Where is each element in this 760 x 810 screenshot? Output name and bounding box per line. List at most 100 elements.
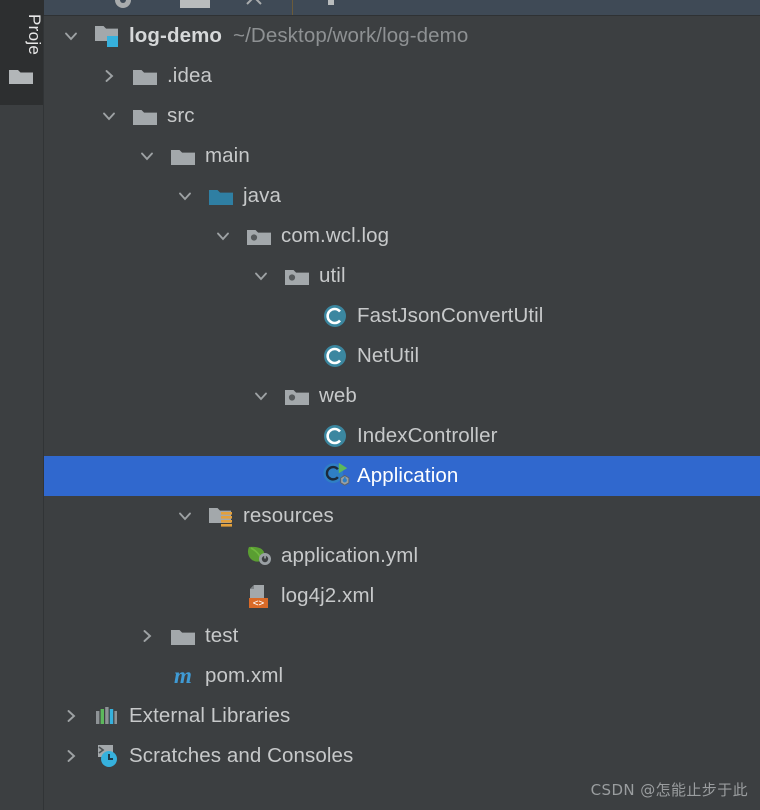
window-icon[interactable]: [180, 0, 210, 8]
tree-row-text: NetUtil: [357, 344, 419, 368]
tree-row-text: java: [243, 184, 281, 208]
spring-boot-main-class-icon: [322, 456, 350, 496]
svg-text:m: m: [174, 663, 192, 688]
tree-row-label: Application: [357, 464, 459, 487]
chevron-down-icon[interactable]: [96, 96, 122, 136]
tree-row[interactable]: src: [44, 96, 760, 136]
maven-icon: m: [170, 656, 198, 696]
project-tool-window: Proje log-demo ~/Desktop/work/log-demo .id…: [0, 0, 760, 810]
tree-row-text: log-demo ~/Desktop/work/log-demo: [129, 24, 468, 48]
tree-row-label: java: [243, 184, 282, 207]
chevron-down-icon[interactable]: [58, 16, 84, 56]
tree-row-text: main: [205, 144, 250, 168]
folder-icon: [170, 136, 198, 176]
tree-row[interactable]: NetUtil: [44, 336, 760, 376]
scratches-icon: [94, 736, 122, 776]
tree-row-text: Application: [357, 464, 458, 488]
tree-row[interactable]: m pom.xml: [44, 656, 760, 696]
tree-row-selected[interactable]: Application: [44, 456, 760, 496]
tree-row-text: web: [319, 384, 357, 408]
xml-file-icon: <>: [246, 576, 274, 616]
chevron-right-icon[interactable]: [58, 696, 84, 736]
tree-row-label: main: [205, 144, 250, 167]
tree-row-text: Scratches and Consoles: [129, 744, 353, 768]
tree-row-label: log-demo: [129, 24, 223, 47]
tree-row-text: util: [319, 264, 346, 288]
chevron-down-icon[interactable]: [134, 136, 160, 176]
chevron-right-icon[interactable]: [134, 616, 160, 656]
tree-row-label: pom.xml: [205, 664, 284, 687]
tool-window-stripe: Proje: [0, 0, 44, 105]
chevron-down-icon[interactable]: [248, 256, 274, 296]
tree-row-text: FastJsonConvertUtil: [357, 304, 543, 328]
tree-row[interactable]: main: [44, 136, 760, 176]
watermark: CSDN @怎能止步于此: [590, 781, 748, 799]
tree-row[interactable]: <> log4j2.xml: [44, 576, 760, 616]
stripe-background: [0, 105, 44, 810]
collapse-icon[interactable]: [244, 0, 264, 6]
tree-row-label: web: [319, 384, 357, 407]
tree-row-text: pom.xml: [205, 664, 283, 688]
tree-row[interactable]: test: [44, 616, 760, 656]
chevron-right-icon[interactable]: [96, 56, 122, 96]
chevron-down-icon[interactable]: [172, 176, 198, 216]
chevron-down-icon[interactable]: [210, 216, 236, 256]
tree-row-label: src: [167, 104, 195, 127]
java-class-icon: [322, 416, 350, 456]
tree-row-label: External Libraries: [129, 704, 291, 727]
tree-row[interactable]: External Libraries: [44, 696, 760, 736]
tree-row-text: IndexController: [357, 424, 498, 448]
java-class-icon: [322, 336, 350, 376]
tree-row[interactable]: .idea: [44, 56, 760, 96]
folder-icon: [132, 96, 160, 136]
tree-row[interactable]: web: [44, 376, 760, 416]
package-icon: [284, 256, 312, 296]
package-icon: [284, 376, 312, 416]
chevron-right-icon[interactable]: [58, 736, 84, 776]
tree-row[interactable]: com.wcl.log: [44, 216, 760, 256]
tree-row-label: IndexController: [357, 424, 498, 447]
chevron-down-icon[interactable]: [172, 496, 198, 536]
module-folder-icon: [94, 16, 122, 56]
tree-row-label: test: [205, 624, 239, 647]
svg-text:<>: <>: [253, 598, 265, 609]
tree-row[interactable]: log-demo ~/Desktop/work/log-demo: [44, 16, 760, 56]
folder-icon: [8, 66, 34, 86]
tree-row-label: FastJsonConvertUtil: [357, 304, 544, 327]
tree-row-text: log4j2.xml: [281, 584, 374, 608]
chevron-down-icon[interactable]: [248, 376, 274, 416]
tool-window-toolbar: [44, 0, 760, 16]
tree-row-label: Scratches and Consoles: [129, 744, 354, 767]
tree-row-label: .idea: [167, 64, 212, 87]
tree-row[interactable]: java: [44, 176, 760, 216]
folder-icon: [132, 56, 160, 96]
tree-row-text: src: [167, 104, 195, 128]
tree-row-text: com.wcl.log: [281, 224, 389, 248]
tree-row-label: NetUtil: [357, 344, 420, 367]
tree-row[interactable]: IndexController: [44, 416, 760, 456]
tree-row-text: test: [205, 624, 238, 648]
tree-row[interactable]: application.yml: [44, 536, 760, 576]
libraries-icon: [94, 696, 122, 736]
tree-row-text: application.yml: [281, 544, 418, 568]
tree-row-label: resources: [243, 504, 334, 527]
resources-folder-icon: [208, 496, 236, 536]
tree-row-label: log4j2.xml: [281, 584, 375, 607]
settings-gear-icon[interactable]: [114, 0, 132, 9]
tree-row-label: util: [319, 264, 346, 287]
tree-row-label: com.wcl.log: [281, 224, 390, 247]
project-tree[interactable]: log-demo ~/Desktop/work/log-demo .idea src m…: [44, 16, 760, 810]
tree-row-path: ~/Desktop/work/log-demo: [233, 24, 469, 47]
tree-row-label: application.yml: [281, 544, 419, 567]
tree-row[interactable]: FastJsonConvertUtil: [44, 296, 760, 336]
more-icon[interactable]: [328, 0, 334, 5]
tree-row[interactable]: resources: [44, 496, 760, 536]
tree-row-text: resources: [243, 504, 334, 528]
tree-row-text: External Libraries: [129, 704, 290, 728]
separator: [292, 0, 293, 15]
tree-row[interactable]: util: [44, 256, 760, 296]
spring-yaml-icon: [246, 536, 274, 576]
tree-row-text: .idea: [167, 64, 212, 88]
tree-row[interactable]: Scratches and Consoles: [44, 736, 760, 776]
stripe-label-project[interactable]: Proje: [0, 4, 44, 66]
